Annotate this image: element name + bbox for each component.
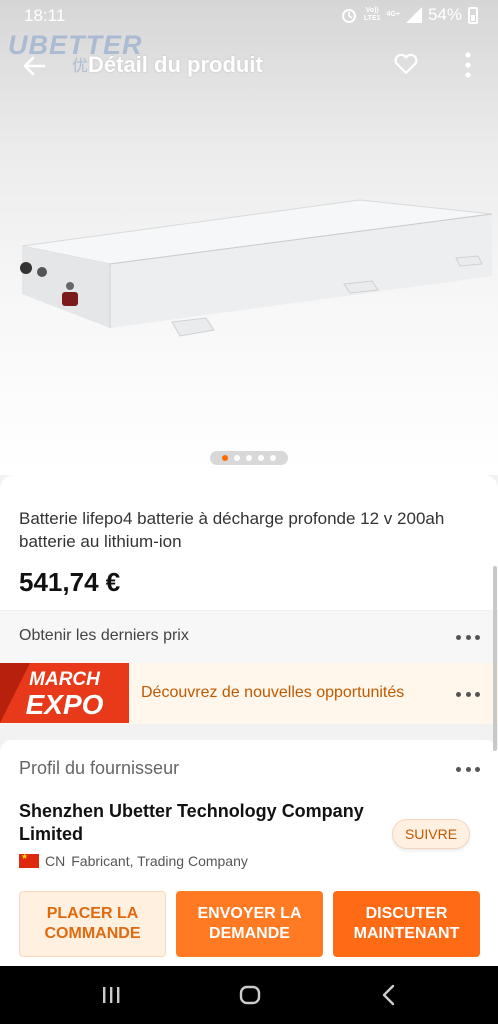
expo-line-1: MARCH	[29, 669, 100, 690]
status-time: 18:11	[24, 6, 66, 25]
supplier-name[interactable]: Shenzhen Ubetter Technology Company Limi…	[19, 800, 379, 846]
supplier-meta: CN Fabricant, Trading Company	[19, 852, 248, 869]
latest-prices-label: Obtenir les derniers prix	[19, 627, 189, 644]
pager-dot	[258, 455, 264, 461]
heart-icon[interactable]	[392, 50, 420, 78]
pager-dot	[270, 455, 276, 461]
expo-banner[interactable]: MARCH EXPO Découvrez de nouvelles opport…	[0, 663, 498, 724]
alarm-icon	[341, 9, 356, 23]
supplier-type: Fabricant, Trading Company	[71, 853, 248, 869]
action-bar: PLACER LA COMMANDE ENVOYER LA DEMANDE DI…	[0, 880, 498, 966]
product-image[interactable]	[0, 180, 498, 360]
home-icon[interactable]	[235, 980, 265, 1010]
battery-icon	[468, 6, 478, 24]
battery-percent: 54%	[427, 5, 462, 24]
more-vertical-icon[interactable]	[456, 50, 480, 80]
app-bar: Détail du produit	[0, 40, 498, 90]
page-title: Détail du produit	[88, 52, 263, 77]
nav-back-icon[interactable]	[374, 980, 404, 1010]
network-lte: LTE1	[363, 15, 381, 22]
scrollbar[interactable]	[493, 566, 497, 751]
supplier-country: CN	[45, 853, 66, 869]
latest-prices-row[interactable]: Obtenir les derniers prix	[0, 611, 498, 663]
network-volte: Vo))	[365, 7, 379, 14]
march-expo-logo: MARCH EXPO	[0, 663, 129, 723]
more-horizontal-icon[interactable]	[456, 689, 480, 699]
expo-text: Découvrez de nouvelles opportunités	[141, 684, 405, 701]
recent-apps-icon[interactable]	[96, 980, 126, 1010]
gallery-pager	[210, 451, 288, 465]
supplier-heading: Profil du fournisseur	[19, 758, 180, 778]
system-nav-bar	[0, 966, 498, 1024]
pager-dot	[234, 455, 240, 461]
back-arrow-icon[interactable]	[18, 50, 50, 82]
supplier-profile: Profil du fournisseur Shenzhen Ubetter T…	[0, 740, 498, 890]
send-inquiry-button[interactable]: ENVOYER LA DEMANDE	[176, 891, 323, 957]
expo-line-2: EXPO	[25, 689, 104, 720]
signal-icon	[405, 7, 422, 23]
chat-now-button[interactable]: DISCUTER MAINTENANT	[333, 891, 480, 957]
follow-button[interactable]: SUIVRE	[392, 819, 470, 849]
product-info-card: Batterie lifepo4 batterie à décharge pro…	[0, 475, 498, 610]
product-title: Batterie lifepo4 batterie à décharge pro…	[19, 509, 445, 551]
place-order-button[interactable]: PLACER LA COMMANDE	[19, 891, 166, 957]
more-horizontal-icon[interactable]	[456, 764, 480, 774]
network-label: Vo)) LTE1	[364, 7, 381, 23]
pager-dot-active	[222, 455, 228, 461]
more-horizontal-icon[interactable]	[456, 632, 480, 642]
status-bar: 18:11 Vo)) LTE1 4G+ 54%	[0, 0, 498, 32]
pager-dot	[246, 455, 252, 461]
china-flag-icon	[19, 852, 39, 868]
product-price: 541,74 €	[19, 567, 121, 597]
network-gen: 4G+	[386, 11, 400, 18]
status-icons: Vo)) LTE1 4G+ 54%	[340, 5, 478, 25]
